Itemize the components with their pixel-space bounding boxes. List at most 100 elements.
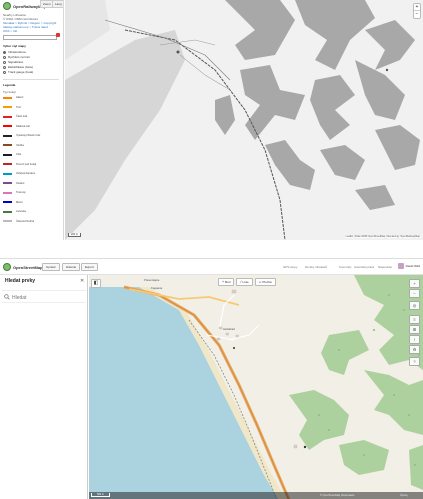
sidebar-toggle-icon[interactable]: ◧ (91, 279, 101, 288)
orm-style-option[interactable]: Elektrifikace (beta) (3, 65, 33, 69)
sidebar-title: Hledat prvky (5, 278, 36, 284)
legend-item: Částí trati (3, 115, 27, 118)
osm-brand[interactable]: OpenStreetMap (3, 263, 43, 271)
legend-label: Vysokorychlostní trať (16, 134, 41, 137)
avatar (397, 263, 404, 269)
orm-map[interactable]: Leaflet | Data ORM OpenStreetMap | Rende… (65, 0, 423, 240)
search-input[interactable] (12, 293, 82, 302)
legend-swatch (3, 144, 12, 146)
orm-legend-heading: Legenda (3, 83, 16, 87)
zoom-out-icon[interactable]: − (409, 289, 420, 298)
scale-bar: 500 m (91, 493, 110, 497)
legend-label: Uzle (16, 153, 22, 156)
orm-style-option[interactable]: Track gauge (beta) (3, 70, 33, 74)
osm-brand-text: OpenStreetMap (13, 264, 43, 270)
edit-status[interactable]: Úpravy (400, 494, 408, 497)
radio-icon (3, 70, 6, 74)
radio-icon (3, 65, 6, 69)
nav-diaries[interactable]: Deníky uživatelů (305, 265, 327, 269)
zoom-control[interactable]: + − (413, 3, 421, 19)
feature-search[interactable] (2, 290, 86, 303)
legend-swatch (3, 220, 12, 222)
user-name: David Wild (405, 264, 420, 268)
legend-label: Vlečka (16, 143, 24, 147)
legend-swatch (3, 134, 12, 137)
orm-search-input[interactable] (3, 35, 57, 40)
zoom-out-icon[interactable]: − (414, 11, 420, 18)
export-button[interactable]: Export (81, 263, 98, 271)
nav-copyright[interactable]: Autorská práva (354, 265, 374, 269)
legend-label: Provoz pod trolejí (16, 162, 37, 166)
locate-icon[interactable]: ◎ (409, 301, 420, 310)
preferences-icon[interactable]: ⚙ (409, 345, 420, 354)
history-button[interactable]: Historie (62, 263, 81, 271)
legend-label: Lanovka (16, 210, 26, 213)
osm-sidebar: Hledat prvky ✕ (0, 275, 88, 499)
edit-button[interactable]: Upravit (42, 263, 60, 271)
legend-swatch (3, 106, 12, 108)
nav-help[interactable]: Nápověda (378, 265, 392, 269)
nav-gps-traces[interactable]: GPS stopy (283, 265, 297, 269)
line-icon: / (240, 280, 242, 284)
legend-item: Ostatní (3, 182, 24, 185)
legend-label: Tramvaj (16, 191, 26, 194)
orm-breadcrumb[interactable]: Orbit > Intl. (3, 29, 18, 33)
legend-label: Úzkorozchodná (16, 219, 35, 223)
orm-map-canvas[interactable] (65, 0, 423, 240)
orm-map-attribution[interactable]: Leaflet | Data ORM OpenStreetMap | Rende… (344, 235, 421, 238)
osm-map[interactable]: Kagaana Pokemkapie Heltiabad (89, 275, 423, 499)
map-label-place: Pokemkapie (144, 278, 160, 282)
orm-style-option[interactable]: Signalizace (3, 60, 23, 64)
add-line-button[interactable]: / Linie (236, 278, 253, 286)
legend-item: Úzkorozchodná (3, 220, 34, 223)
radio-icon (3, 60, 6, 64)
orm-style-option[interactable]: Infrastruktura (3, 50, 26, 54)
legend-swatch (3, 125, 12, 127)
legend-item: Tramvaj (3, 191, 25, 194)
close-icon[interactable]: ✕ (80, 278, 84, 284)
legend-label: Trať (16, 105, 21, 109)
legend-swatch (3, 191, 12, 194)
layers-icon[interactable]: ≡ (409, 315, 420, 324)
add-area-button[interactable]: ▱ Plocha (254, 278, 276, 286)
legend-item: Uzle (3, 153, 21, 156)
issues-icon[interactable]: ! (409, 335, 420, 344)
legend-swatch (3, 172, 12, 175)
legend-swatch (3, 163, 12, 165)
legend-item: Trať (3, 106, 21, 109)
orm-logo-icon (3, 2, 11, 10)
radio-icon (3, 55, 6, 59)
openstreetmap-window: OpenStreetMap Upravit Historie Export GP… (0, 258, 423, 499)
orm-tab-lang[interactable]: Lang (52, 0, 63, 8)
legend-swatch (3, 115, 12, 118)
nav-communities[interactable]: Komunity (339, 265, 352, 269)
osm-logo-icon (3, 263, 11, 271)
legend-item: Hlavní (3, 96, 23, 99)
divider (3, 79, 59, 80)
point-icon: + (222, 280, 225, 284)
radio-selected-icon (3, 50, 6, 54)
legend-swatch (3, 153, 12, 156)
zoom-in-icon[interactable]: + (414, 4, 420, 11)
legend-swatch (3, 210, 12, 213)
openrailwaymap-window: OpenRailwayMap Zoom Lang Nearby Lithuani… (0, 0, 423, 240)
attribution[interactable]: © OpenStreetMap přispěvatelé (320, 494, 354, 497)
add-point-button[interactable]: + Bod (218, 278, 235, 286)
legend-item: Provoz pod trolejí (3, 163, 36, 166)
user-menu[interactable]: David Wild (397, 263, 420, 269)
orm-map-scale: 200 m (68, 233, 81, 237)
edit-toolbar: + Bod / Linie ▱ Plocha (218, 278, 276, 286)
legend-item: Vysokorychlostní trať (3, 134, 40, 137)
area-icon: ▱ (258, 280, 262, 284)
legend-label: Dálková trať (16, 124, 31, 128)
map-footer (89, 492, 423, 499)
orm-legend-subtitle: Typ kolejí (3, 90, 16, 94)
map-data-icon[interactable]: ⊞ (409, 325, 420, 334)
zoom-in-icon[interactable]: + (409, 279, 420, 288)
orm-style-option[interactable]: Rychlost na trati (3, 55, 30, 59)
close-icon[interactable] (56, 33, 60, 37)
osm-map-canvas[interactable] (89, 275, 423, 499)
map-label-town: Kagaana (151, 286, 163, 290)
osm-header: OpenStreetMap Upravit Historie Export GP… (0, 259, 423, 275)
help-icon[interactable]: ? (409, 357, 420, 366)
